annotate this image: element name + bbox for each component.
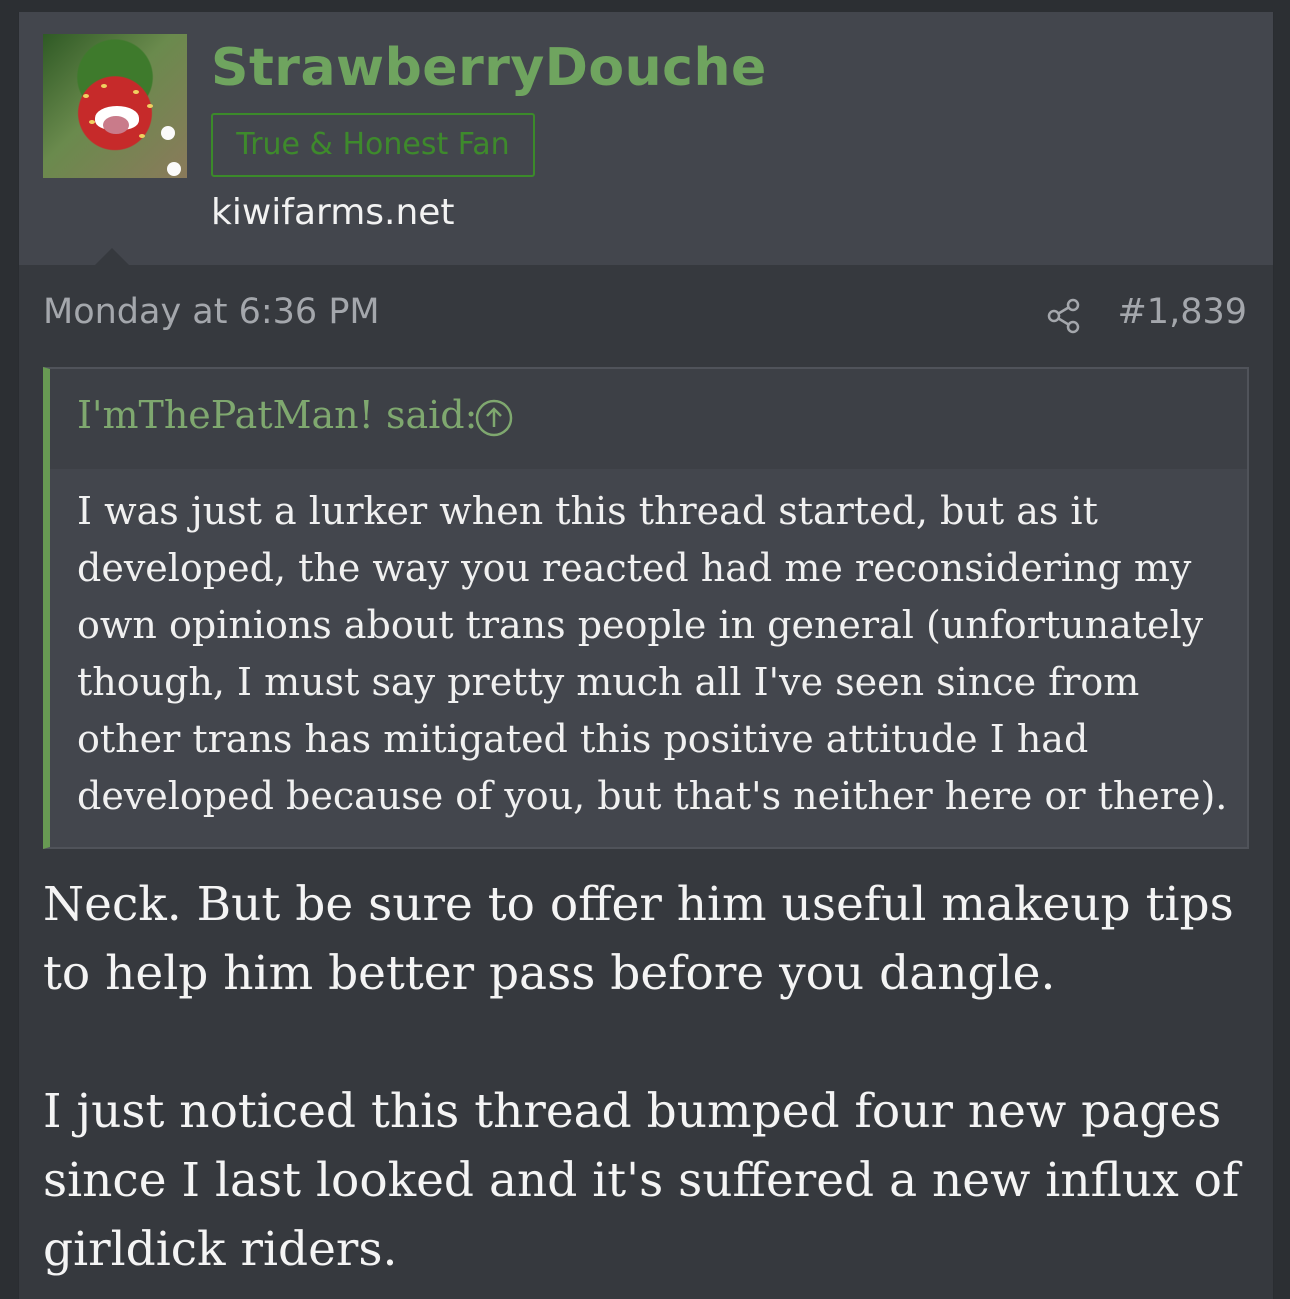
header-notch bbox=[95, 248, 129, 265]
post: StrawberryDouche True & Honest Fan kiwif… bbox=[18, 12, 1274, 1299]
post-date[interactable]: Monday at 6:36 PM bbox=[43, 292, 380, 332]
quote-author[interactable]: I'mThePatMan! said: bbox=[77, 393, 477, 437]
arrow-up-circle-icon[interactable] bbox=[474, 398, 514, 438]
username[interactable]: StrawberryDouche bbox=[211, 39, 767, 97]
share-icon[interactable] bbox=[1045, 297, 1083, 335]
user-extra: kiwifarms.net bbox=[211, 192, 455, 233]
user-header: StrawberryDouche True & Honest Fan kiwif… bbox=[19, 12, 1273, 265]
quote-body: I was just a lurker when this thread sta… bbox=[77, 489, 1228, 818]
message-paragraph: Neck. But be sure to offer him useful ma… bbox=[43, 877, 1234, 1001]
avatar[interactable] bbox=[43, 34, 187, 178]
quote-header: I'mThePatMan! said: bbox=[50, 369, 1247, 469]
message-body: Neck. But be sure to offer him useful ma… bbox=[43, 870, 1253, 1284]
post-number[interactable]: #1,839 bbox=[1117, 292, 1247, 332]
message-paragraph: I just noticed this thread bumped four n… bbox=[43, 1084, 1240, 1277]
quote-block: I'mThePatMan! said: I was just a lurker … bbox=[43, 367, 1249, 849]
user-title-badge: True & Honest Fan bbox=[211, 113, 535, 177]
